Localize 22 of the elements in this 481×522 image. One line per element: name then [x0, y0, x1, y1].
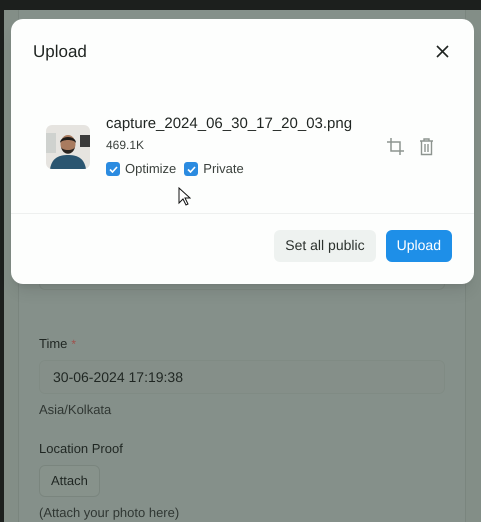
file-size: 469.1K: [106, 137, 146, 154]
crop-icon[interactable]: [386, 137, 405, 156]
cursor-icon: [178, 187, 191, 207]
help-text: (Attach your photo here): [39, 504, 180, 522]
checkbox-label: Private: [203, 160, 244, 178]
required-mark: *: [71, 336, 76, 353]
attach-button[interactable]: Attach: [39, 464, 100, 496]
set-public-button[interactable]: Set all public: [274, 230, 376, 262]
upload-button[interactable]: Upload: [386, 230, 452, 262]
help-text: Asia/Kolkata: [39, 400, 112, 418]
trash-icon[interactable]: [419, 137, 434, 156]
check-icon: [186, 166, 196, 172]
field-label: Time: [39, 335, 68, 353]
dialog-title: Upload: [33, 41, 87, 63]
time-field[interactable]: 30-06-2024 17:19:38: [39, 360, 445, 394]
close-icon: [436, 45, 448, 58]
check-icon: [108, 166, 118, 172]
checkbox[interactable]: [184, 162, 198, 176]
checkbox-label: Optimize: [125, 160, 176, 178]
file-name: capture_2024_06_30_17_20_03.png: [106, 114, 354, 134]
checkbox[interactable]: [106, 162, 120, 176]
field-label: Location Proof: [39, 440, 123, 458]
